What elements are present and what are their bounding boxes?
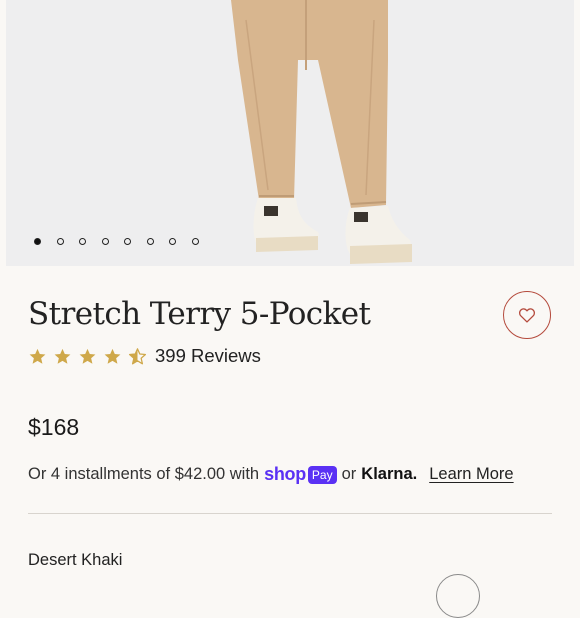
product-price: $168 <box>28 414 80 440</box>
section-divider <box>28 513 552 514</box>
installments-text: Or 4 installments of $42.00 with <box>28 465 260 483</box>
star-icon <box>54 348 71 364</box>
carousel-dot[interactable] <box>124 238 131 245</box>
shop-pay-logo: shop Pay <box>264 464 337 485</box>
installments-message: Or 4 installments of $42.00 with shop Pa… <box>28 464 514 485</box>
shop-pay-word: shop <box>264 464 306 484</box>
star-icon <box>104 348 121 364</box>
carousel-dot[interactable] <box>56 238 64 245</box>
color-swatch[interactable] <box>436 574 480 618</box>
carousel-dot[interactable] <box>79 238 86 245</box>
klarna-logo: Klarna. <box>361 465 418 483</box>
star-icon <box>128 347 147 364</box>
carousel-dot[interactable] <box>146 238 154 245</box>
carousel-dot[interactable] <box>101 238 109 245</box>
heart-icon <box>518 308 536 323</box>
carousel-dots <box>34 238 199 245</box>
product-title: Stretch Terry 5-Pocket <box>28 296 371 332</box>
carousel-dot[interactable] <box>34 238 41 245</box>
installments-or: or <box>341 465 357 483</box>
product-rating[interactable]: 399 Reviews <box>28 345 261 367</box>
wishlist-button[interactable] <box>503 291 551 339</box>
shop-pay-badge: Pay <box>307 465 337 484</box>
product-image <box>231 0 412 264</box>
product-image-gallery[interactable] <box>6 0 574 266</box>
star-icon <box>79 348 96 364</box>
reviews-count[interactable]: 399 Reviews <box>155 345 261 367</box>
selected-color-name: Desert Khaki <box>28 551 123 569</box>
carousel-dot[interactable] <box>191 238 199 245</box>
learn-more-link[interactable]: Learn More <box>429 465 513 484</box>
rating-stars <box>28 347 147 366</box>
carousel-dot[interactable] <box>169 238 176 245</box>
star-icon <box>29 348 46 364</box>
